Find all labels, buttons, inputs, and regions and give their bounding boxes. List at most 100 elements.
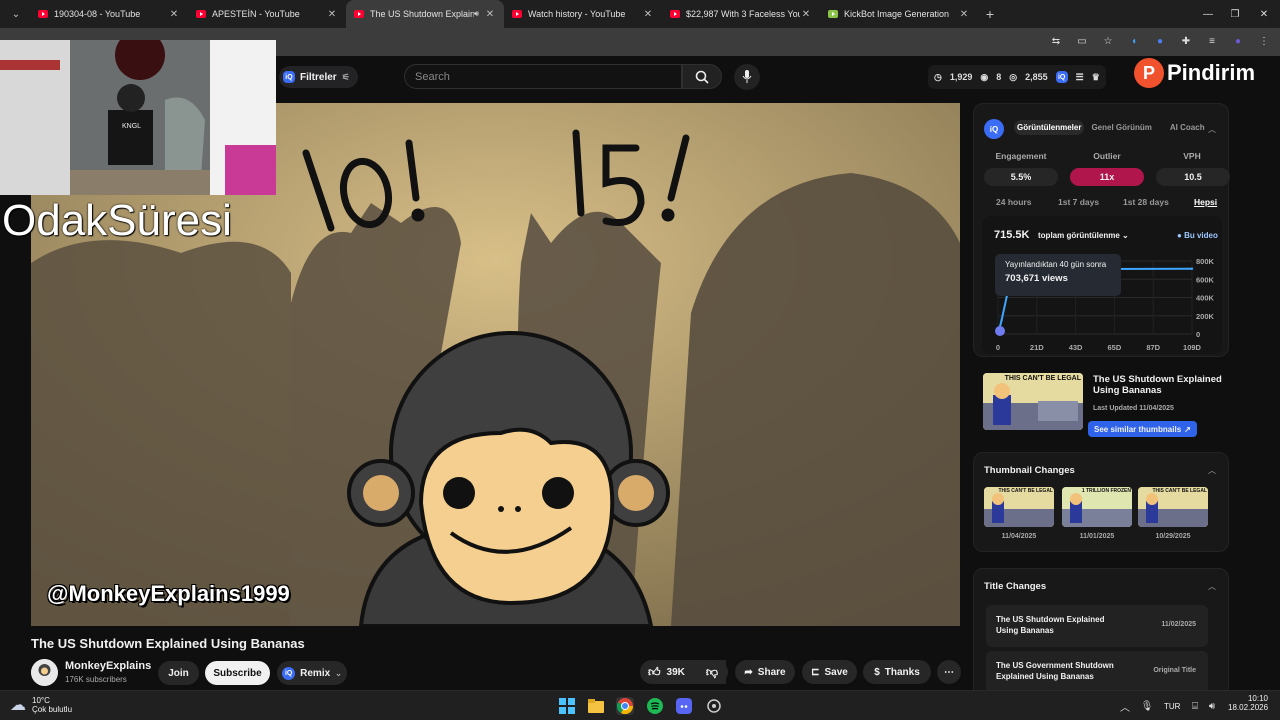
tab-ai-coach[interactable]: AI Coach xyxy=(1167,120,1208,135)
list-icon[interactable]: ☰ xyxy=(1076,72,1084,83)
spotify-icon[interactable] xyxy=(646,697,664,715)
cloud-icon: ☁ xyxy=(10,697,26,714)
clock[interactable]: 10:10 18.02.2026 xyxy=(1228,694,1268,712)
app-settings-icon[interactable] xyxy=(705,697,723,715)
voice-search-button[interactable] xyxy=(734,64,760,90)
start-icon[interactable] xyxy=(558,697,576,715)
tab-audio-icon[interactable]: 🔊︎ xyxy=(474,9,479,19)
thumb-change-3[interactable]: THIS CAN'T BE LEGAL xyxy=(1138,487,1208,527)
browser-menu-icon[interactable]: ⋮ xyxy=(1256,33,1272,49)
filters-label: Filtreler xyxy=(300,71,337,83)
chevron-down-icon: ⌄ xyxy=(335,668,342,678)
title-changes-card: Title Changes ︿ The US Shutdown Explaine… xyxy=(973,568,1229,698)
extensions-puzzle-icon[interactable]: ✚ xyxy=(1178,33,1194,49)
svg-text:KNGL: KNGL xyxy=(122,123,141,130)
browser-tab[interactable]: APESTEİN - YouTube ✕ xyxy=(188,0,346,28)
collapse-chevron-icon[interactable]: ︿ xyxy=(1208,581,1216,592)
chrome-icon[interactable] xyxy=(616,697,634,715)
language-indicator[interactable]: TUR xyxy=(1164,702,1180,711)
iq-badge-icon[interactable]: iQ xyxy=(1055,71,1068,83)
browser-tab[interactable]: The US Shutdown Explained 🔊︎ ✕ xyxy=(346,0,504,28)
channel-avatar[interactable] xyxy=(31,659,58,686)
range-all[interactable]: Hepsi xyxy=(1194,197,1217,207)
range-28d[interactable]: 1st 28 days xyxy=(1123,197,1169,207)
bookmark-star-icon[interactable]: ☆ xyxy=(1100,33,1116,49)
tab-close-icon[interactable]: ✕ xyxy=(484,9,496,20)
more-icon: ⋯ xyxy=(944,666,954,678)
tab-groups-icon[interactable]: ≡ xyxy=(1204,33,1220,49)
see-similar-button[interactable]: See similar thumbnails ↗ xyxy=(1088,421,1197,437)
save-button[interactable]: ⊏ Save xyxy=(802,660,857,684)
tray-expand-icon[interactable]: ︿ xyxy=(1116,697,1134,715)
youtube-favicon-icon xyxy=(38,10,48,18)
channel-name[interactable]: MonkeyExplains xyxy=(65,660,151,672)
join-button[interactable]: Join xyxy=(158,661,199,685)
tab-views[interactable]: Görüntülenmeler xyxy=(1014,120,1085,135)
search-button[interactable] xyxy=(682,64,722,89)
dislike-button[interactable]: 👎︎ xyxy=(696,660,728,684)
pindirim-p-icon: P xyxy=(1134,58,1164,88)
chart-start-marker xyxy=(995,326,1005,336)
chart-x-tick: 65D xyxy=(1108,343,1122,352)
kickbot-favicon-icon xyxy=(828,10,838,18)
save-label: Save xyxy=(824,666,848,678)
tab-close-icon[interactable]: ✕ xyxy=(326,9,338,20)
more-actions-button[interactable]: ⋯ xyxy=(937,660,961,684)
browser-tab[interactable]: KickBot Image Generation ✕ xyxy=(820,0,978,28)
vidiq-stats-bar[interactable]: ◷ 1,929 ◉ 8 ◎ 2,855 iQ ☰ ♛ xyxy=(928,65,1106,89)
tab-overview[interactable]: Genel Görünüm xyxy=(1088,120,1154,135)
trophy-icon[interactable]: ♛ xyxy=(1092,72,1100,83)
new-tab-button[interactable]: + xyxy=(978,6,1002,22)
see-similar-label: See similar thumbnails xyxy=(1094,424,1182,434)
pindirim-logo: P Pindirim xyxy=(1134,56,1255,90)
range-7d[interactable]: 1st 7 days xyxy=(1058,197,1099,207)
microphone-icon xyxy=(742,70,752,83)
thumb-change-1[interactable]: THIS CAN'T BE LEGAL xyxy=(984,487,1054,527)
close-window-icon[interactable]: ✕ xyxy=(1248,0,1280,28)
cast-icon[interactable]: ▭ xyxy=(1074,33,1090,49)
tab-close-icon[interactable]: ✕ xyxy=(642,9,654,20)
share-button[interactable]: ➦ Share xyxy=(735,660,795,684)
microphone-tray-icon[interactable]: 🎙︎ xyxy=(1138,697,1156,715)
video-watermark: @MonkeyExplains1999 xyxy=(47,581,290,606)
video-thumbnail[interactable]: THIS CAN'T BE LEGAL xyxy=(983,373,1083,430)
collapse-chevron-icon[interactable]: ︿ xyxy=(1208,124,1216,135)
tab-close-icon[interactable]: ✕ xyxy=(168,9,180,20)
collapse-chevron-icon[interactable]: ︿ xyxy=(1208,465,1216,476)
chart-point xyxy=(1190,267,1194,270)
file-explorer-icon[interactable] xyxy=(587,697,605,715)
extension-2-icon[interactable]: ● xyxy=(1152,33,1168,49)
network-icon[interactable]: ⌸ xyxy=(1186,697,1204,715)
discord-icon[interactable] xyxy=(675,697,693,715)
thanks-button[interactable]: $ Thanks xyxy=(863,660,931,684)
chart-x-tick: 0 xyxy=(996,343,1000,352)
youtube-favicon-icon xyxy=(670,10,680,18)
tab-close-icon[interactable]: ✕ xyxy=(958,9,970,20)
clock-icon: ◷ xyxy=(934,71,942,82)
volume-icon[interactable]: 🔊︎ xyxy=(1203,697,1221,715)
title-change-1-date: 11/02/2025 xyxy=(1161,621,1196,628)
browser-tab[interactable]: $22,987 With 3 Faceless YouTub✕ xyxy=(662,0,820,28)
filters-button[interactable]: iQ Filtreler ⚟ xyxy=(279,66,358,88)
chart-y-tick: 0 xyxy=(1196,330,1200,339)
browser-tab[interactable]: Watch history - YouTube ✕ xyxy=(504,0,662,28)
search-input[interactable]: Search xyxy=(404,64,682,89)
subscribe-button[interactable]: Subscribe xyxy=(205,661,270,685)
profile-avatar-icon[interactable]: ● xyxy=(1230,33,1246,49)
webcam-image: KNGL xyxy=(0,40,276,195)
outlier-label: Outlier xyxy=(1093,151,1121,161)
restore-icon[interactable]: ❐ xyxy=(1219,0,1251,28)
engagement-label: Engagement xyxy=(995,151,1047,161)
tab-search-menu-icon[interactable]: ⌄ xyxy=(4,3,28,25)
tab-close-icon[interactable]: ✕ xyxy=(800,9,812,20)
thanks-label: Thanks xyxy=(884,666,920,678)
range-24h[interactable]: 24 hours xyxy=(996,197,1031,207)
views-chart[interactable]: 715.5K toplam görüntülenme ⌄ ● Bu video … xyxy=(982,216,1222,354)
thumb-change-2[interactable]: 1 TRILLION FROZEN xyxy=(1062,487,1132,527)
extension-1-icon[interactable]: ◖ xyxy=(1126,33,1142,49)
tooltip-title: Yayınlandıktan 40 gün sonra xyxy=(1005,260,1107,269)
remix-button[interactable]: iQ Remix ⌄ xyxy=(277,661,347,685)
weather-widget[interactable]: ☁ 10°C Çok bulutlu xyxy=(10,695,72,715)
translate-icon[interactable]: ⇆ xyxy=(1048,33,1064,49)
browser-tab[interactable]: 190304-08 - YouTube ✕ xyxy=(30,0,188,28)
